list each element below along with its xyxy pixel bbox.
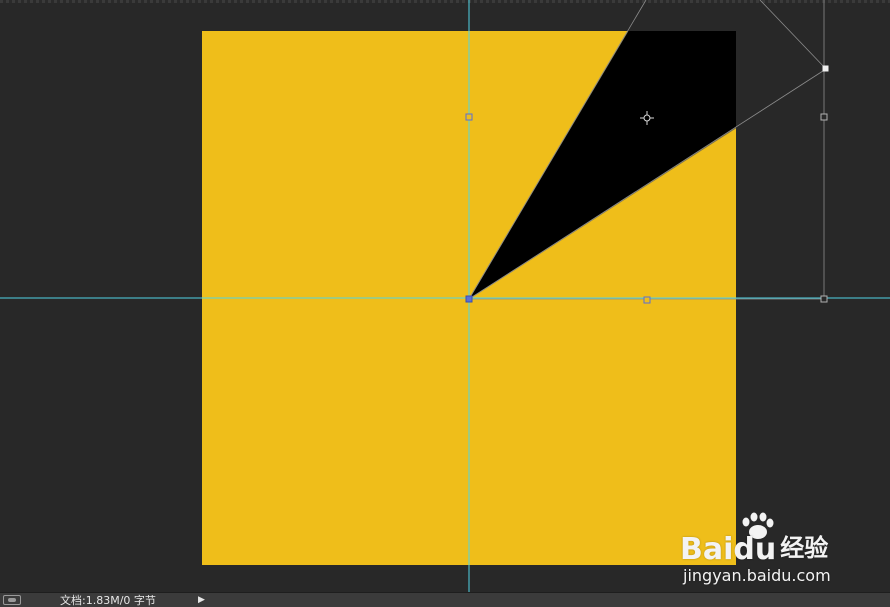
status-bar: 文档:1.83M/0 字节 ▶ — [0, 592, 890, 607]
watermark-logo-prefix: Bai — [680, 532, 734, 567]
status-menu-arrow-icon[interactable]: ▶ — [198, 595, 205, 606]
baidu-jingyan-watermark: Baidu 经验 jingyan.baidu.com — [680, 512, 880, 592]
handle-bottom-middle[interactable] — [643, 296, 651, 304]
watermark-url: jingyan.baidu.com — [683, 566, 831, 585]
watermark-logo-suffix: du — [733, 532, 777, 567]
document-size-info[interactable]: 文档:1.83M/0 字节 — [60, 594, 156, 607]
handle-bottom-right[interactable] — [820, 295, 828, 303]
handle-top-middle[interactable] — [465, 113, 473, 121]
handle-right-middle[interactable] — [820, 113, 828, 121]
handle-reference-point[interactable] — [465, 295, 473, 303]
canvas-svg[interactable] — [0, 0, 890, 592]
handle-rotated-corner[interactable] — [822, 65, 829, 72]
eye-toggle-icon[interactable] — [3, 595, 21, 605]
watermark-logo-text: Baidu 经验 — [680, 528, 828, 567]
watermark-logo-cn: 经验 — [780, 534, 829, 562]
canvas-workspace[interactable]: Baidu 经验 jingyan.baidu.com — [0, 0, 890, 592]
